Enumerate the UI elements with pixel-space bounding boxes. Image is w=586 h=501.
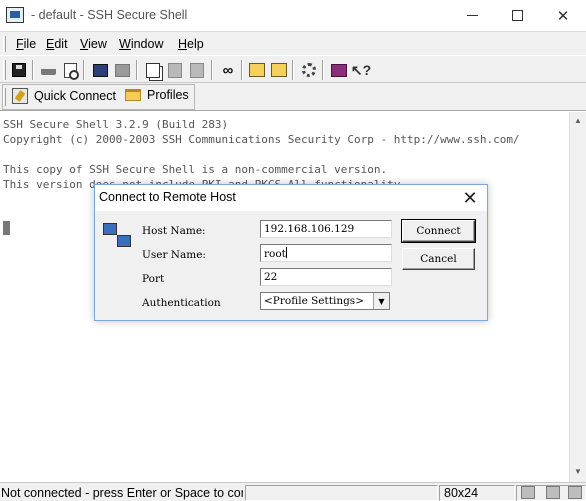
toolbar-grip[interactable] bbox=[3, 60, 6, 80]
print-icon bbox=[40, 65, 56, 75]
vertical-scrollbar[interactable]: ▲ ▼ bbox=[569, 112, 586, 482]
terminal-line: Copyright (c) 2000-2003 SSH Communicatio… bbox=[3, 133, 520, 146]
host-name-label: Host Name: bbox=[142, 225, 206, 237]
save-icon bbox=[12, 63, 26, 77]
terminal-size: 80x24 bbox=[444, 486, 479, 500]
scroll-up-icon[interactable]: ▲ bbox=[574, 116, 582, 125]
menu-window[interactable]: Window bbox=[119, 37, 163, 51]
help-topics-icon bbox=[331, 63, 347, 77]
cancel-button[interactable]: Cancel bbox=[402, 248, 475, 270]
terminal-cursor bbox=[3, 221, 10, 235]
close-button[interactable]: ✕ bbox=[540, 0, 586, 31]
authentication-select[interactable]: <Profile Settings> ▼ bbox=[260, 292, 390, 310]
connect-button[interactable]: Connect bbox=[401, 219, 476, 243]
profiles-toolbar-grip[interactable] bbox=[3, 88, 6, 106]
chevron-down-icon[interactable]: ▼ bbox=[373, 293, 389, 309]
settings-button[interactable] bbox=[247, 60, 267, 80]
status-bar: Not connected - press Enter or Space to … bbox=[0, 482, 586, 501]
authentication-value: <Profile Settings> bbox=[264, 295, 364, 307]
paste-disabled-icon bbox=[190, 62, 204, 78]
profile-settings-icon bbox=[302, 63, 316, 77]
keys-button[interactable] bbox=[269, 60, 289, 80]
menu-file[interactable]: File bbox=[16, 37, 36, 51]
network-computers-icon bbox=[103, 223, 135, 255]
menu-view[interactable]: View bbox=[80, 37, 107, 51]
connection-icon bbox=[521, 486, 535, 499]
print-preview-icon bbox=[63, 62, 79, 80]
main-toolbar: ∞ ↖? bbox=[0, 55, 586, 83]
status-message: Not connected - press Enter or Space to … bbox=[1, 486, 243, 500]
window-title: - default - SSH Secure Shell bbox=[31, 8, 188, 22]
profiles-label: Profiles bbox=[147, 88, 189, 102]
toolbar-separator bbox=[292, 60, 294, 80]
toolbar-separator bbox=[32, 60, 34, 80]
encryption-icon bbox=[546, 486, 560, 499]
toolbar-separator bbox=[211, 60, 213, 80]
quick-connect-button[interactable]: Quick Connect bbox=[12, 88, 116, 104]
scroll-down-icon[interactable]: ▼ bbox=[574, 467, 582, 476]
folder-icon bbox=[125, 89, 141, 101]
status-panel bbox=[245, 485, 438, 501]
dialog-title: Connect to Remote Host bbox=[99, 190, 236, 204]
port-field[interactable]: 22 bbox=[260, 268, 392, 286]
user-name-label: User Name: bbox=[142, 249, 206, 261]
print-preview-button[interactable] bbox=[60, 60, 80, 80]
terminal-line: This copy of SSH Secure Shell is a non-c… bbox=[3, 163, 388, 176]
authentication-label: Authentication bbox=[142, 297, 221, 309]
toolbar-separator bbox=[83, 60, 85, 80]
profiles-toolbar: Quick Connect Profiles bbox=[0, 83, 586, 111]
menu-edit[interactable]: Edit bbox=[46, 37, 68, 51]
close-icon: ✕ bbox=[556, 7, 570, 25]
find-icon: ∞ bbox=[222, 61, 234, 79]
maximize-button[interactable] bbox=[494, 0, 540, 31]
maximize-icon bbox=[511, 10, 523, 21]
connect-dialog: Connect to Remote Host ✕ Host Name: 192.… bbox=[94, 184, 488, 321]
menu-help[interactable]: Help bbox=[178, 37, 204, 51]
new-terminal-icon bbox=[92, 63, 108, 77]
paste-button[interactable] bbox=[165, 60, 185, 80]
user-name-field[interactable]: root bbox=[260, 244, 392, 262]
save-button[interactable] bbox=[9, 60, 29, 80]
copy-button[interactable] bbox=[143, 60, 163, 80]
resize-grip-icon[interactable] bbox=[568, 486, 582, 499]
whats-this-icon: ↖? bbox=[350, 61, 372, 78]
minimize-button[interactable] bbox=[449, 0, 495, 31]
port-label: Port bbox=[142, 273, 165, 285]
find-button[interactable]: ∞ bbox=[218, 60, 238, 80]
new-file-transfer-button[interactable] bbox=[112, 60, 132, 80]
title-bar: - default - SSH Secure Shell ✕ bbox=[0, 0, 586, 31]
terminal-line: SSH Secure Shell 3.2.9 (Build 283) bbox=[3, 118, 229, 131]
settings-icon bbox=[249, 63, 265, 77]
profile-settings-button[interactable] bbox=[299, 60, 319, 80]
minimize-icon bbox=[466, 15, 478, 16]
paste-icon bbox=[168, 62, 182, 78]
close-icon: ✕ bbox=[462, 187, 478, 208]
toolbar-separator bbox=[241, 60, 243, 80]
copy-icon bbox=[146, 62, 160, 78]
quick-connect-icon bbox=[12, 88, 28, 104]
help-topics-button[interactable] bbox=[329, 60, 349, 80]
host-name-field[interactable]: 192.168.106.129 bbox=[260, 220, 392, 238]
whats-this-button[interactable]: ↖? bbox=[351, 60, 371, 80]
dialog-title-bar: Connect to Remote Host ✕ bbox=[95, 185, 487, 211]
dialog-close-button[interactable]: ✕ bbox=[459, 187, 481, 209]
toolbar-separator bbox=[322, 60, 324, 80]
toolbar-separator bbox=[136, 60, 138, 80]
paste-disabled-button[interactable] bbox=[187, 60, 207, 80]
app-icon[interactable] bbox=[6, 7, 24, 23]
keys-icon bbox=[271, 63, 287, 77]
profiles-button[interactable]: Profiles bbox=[125, 88, 189, 102]
quick-connect-label: Quick Connect bbox=[34, 89, 116, 103]
menu-grip[interactable] bbox=[3, 36, 6, 52]
menu-bar: File Edit View Window Help bbox=[0, 31, 586, 55]
new-file-transfer-icon bbox=[114, 63, 130, 77]
print-button[interactable] bbox=[38, 60, 58, 80]
new-terminal-button[interactable] bbox=[90, 60, 110, 80]
